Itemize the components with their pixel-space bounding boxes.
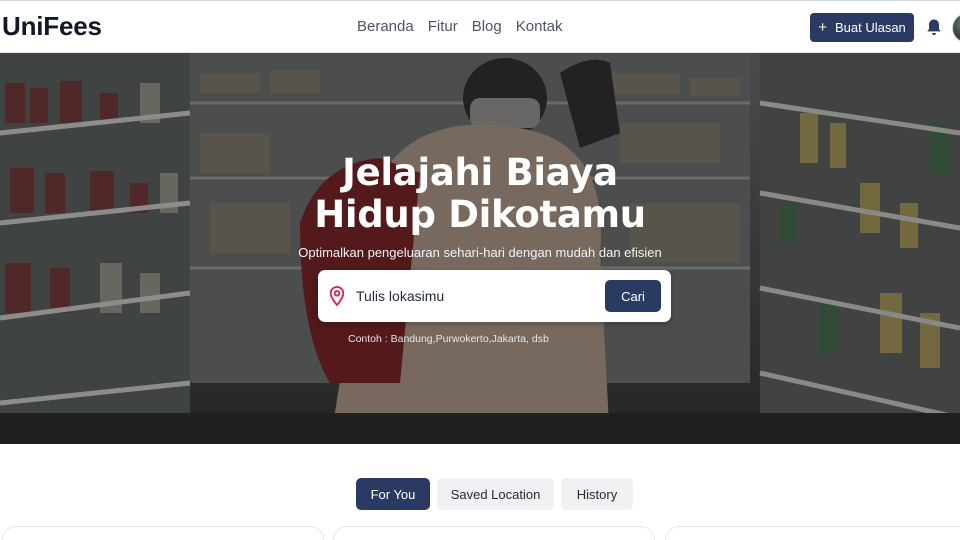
nav-link-blog[interactable]: Blog — [472, 18, 502, 35]
nav-link-kontak[interactable]: Kontak — [516, 18, 563, 35]
location-search-input[interactable] — [356, 282, 596, 310]
search-example-text: Contoh : Bandung,Purwokerto,Jakarta, dsb — [348, 333, 549, 345]
hero-title: Jelajahi Biaya Hidup Dikotamu — [0, 152, 960, 236]
hero-title-line2: Hidup Dikotamu — [314, 193, 646, 236]
create-review-label: Buat Ulasan — [834, 20, 906, 35]
brand-logo[interactable]: UniFees — [2, 11, 102, 42]
location-card[interactable] — [665, 526, 960, 540]
hero-title-line1: Jelajahi Biaya — [342, 151, 618, 194]
location-card[interactable] — [2, 526, 324, 540]
location-card[interactable] — [333, 526, 655, 540]
nav-link-fitur[interactable]: Fitur — [428, 18, 458, 35]
bell-icon[interactable] — [925, 18, 943, 37]
navbar: UniFees Beranda Fitur Blog Kontak + Buat… — [0, 0, 960, 53]
tab-history[interactable]: History — [561, 478, 633, 510]
search-button[interactable]: Cari — [605, 280, 661, 312]
content-tabs: For You Saved Location History — [356, 478, 633, 510]
map-pin-icon — [329, 286, 345, 306]
create-review-button[interactable]: + Buat Ulasan — [810, 13, 914, 42]
tab-for-you[interactable]: For You — [356, 478, 430, 510]
main-nav: Beranda Fitur Blog Kontak — [357, 18, 576, 35]
avatar[interactable] — [952, 13, 960, 43]
hero-section: Jelajahi Biaya Hidup Dikotamu Optimalkan… — [0, 53, 960, 444]
hero-subtitle: Optimalkan pengeluaran sehari-hari denga… — [298, 245, 662, 260]
nav-link-beranda[interactable]: Beranda — [357, 18, 414, 35]
plus-icon: + — [818, 19, 827, 36]
tab-saved-location[interactable]: Saved Location — [437, 478, 554, 510]
location-search-box: Cari — [318, 270, 671, 322]
